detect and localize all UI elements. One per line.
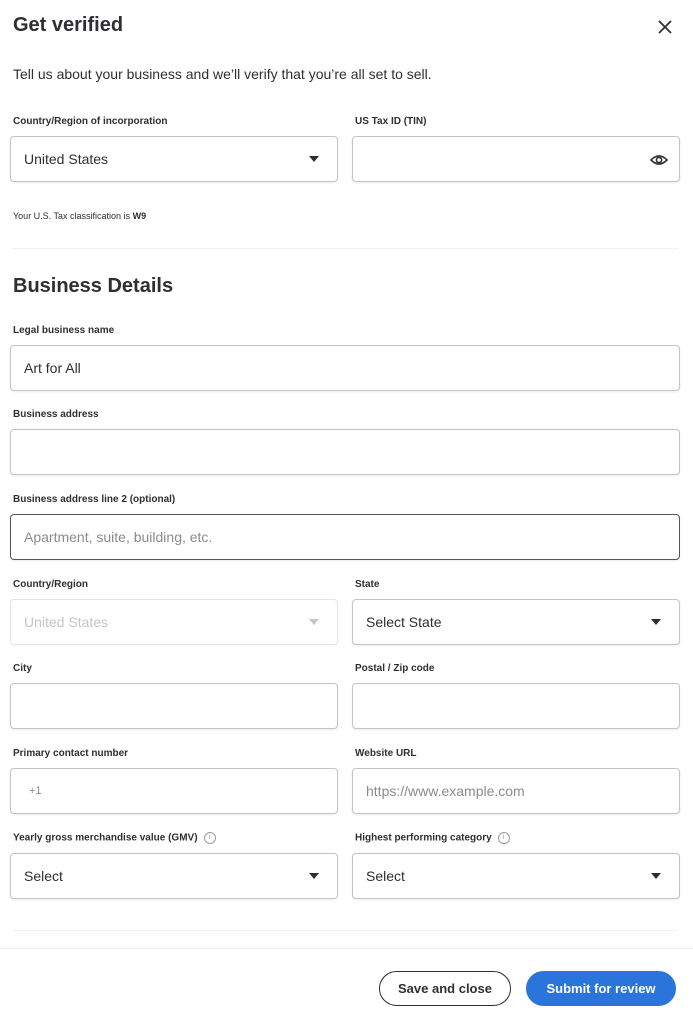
zip-input[interactable] [352,683,680,729]
phone-prefix: +1 [29,785,42,797]
incorporation-country-label: Country/Region of incorporation [13,116,168,127]
country-value: United States [24,614,109,630]
dialog-subtitle: Tell us about your business and we’ll ve… [13,66,432,82]
legal-name-value: Art for All [24,360,81,376]
phone-label: Primary contact number [13,748,129,759]
zip-label: Postal / Zip code [355,663,435,674]
gmv-select[interactable]: Select [10,853,338,899]
website-label: Website URL [355,748,417,759]
state-select[interactable]: Select State [352,599,680,645]
state-label: State [355,579,380,590]
eye-icon[interactable] [649,150,669,170]
chevron-down-icon [309,873,319,879]
legal-name-label: Legal business name [13,325,115,336]
website-placeholder: https://www.example.com [366,783,525,799]
close-icon[interactable] [654,16,676,38]
gmv-label: Yearly gross merchandise value (GMV) i [13,832,216,844]
footer-divider [0,948,693,949]
tin-label: US Tax ID (TIN) [355,116,427,127]
section-divider [13,248,678,249]
chevron-down-icon [309,619,319,625]
website-input[interactable]: https://www.example.com [352,768,680,814]
country-select: United States [10,599,338,645]
info-icon[interactable]: i [497,832,510,844]
form-end-divider [13,930,678,931]
gmv-label-text: Yearly gross merchandise value (GMV) [13,832,198,844]
city-input[interactable] [10,683,338,729]
address-input[interactable] [10,429,680,475]
address2-placeholder: Apartment, suite, building, etc. [24,529,213,545]
incorporation-country-value: United States [24,151,109,167]
gmv-value: Select [24,868,63,884]
state-value: Select State [366,614,442,630]
country-label: Country/Region [13,579,88,590]
category-label-text: Highest performing category [355,832,492,844]
info-icon[interactable]: i [203,832,216,844]
tax-classification-value: W9 [132,211,147,221]
dialog-title: Get verified [13,14,124,36]
chevron-down-icon [651,619,661,625]
phone-input[interactable]: +1 [10,768,338,814]
address2-input[interactable]: Apartment, suite, building, etc. [10,514,680,560]
chevron-down-icon [651,873,661,879]
category-value: Select [366,868,405,884]
legal-name-input[interactable]: Art for All [10,345,680,391]
chevron-down-icon [309,156,319,162]
tin-input[interactable] [352,136,680,182]
business-details-heading: Business Details [13,275,174,297]
tax-classification-note: Your U.S. Tax classification is W9 [13,211,146,221]
address2-label: Business address line 2 (optional) [13,494,176,505]
city-label: City [13,663,32,674]
category-select[interactable]: Select [352,853,680,899]
tax-note-text: Your U.S. Tax classification is [13,211,131,221]
category-label: Highest performing category i [355,832,510,844]
submit-for-review-button[interactable]: Submit for review [526,971,676,1006]
save-and-close-button[interactable]: Save and close [379,971,511,1006]
address-label: Business address [13,409,99,420]
incorporation-country-select[interactable]: United States [10,136,338,182]
